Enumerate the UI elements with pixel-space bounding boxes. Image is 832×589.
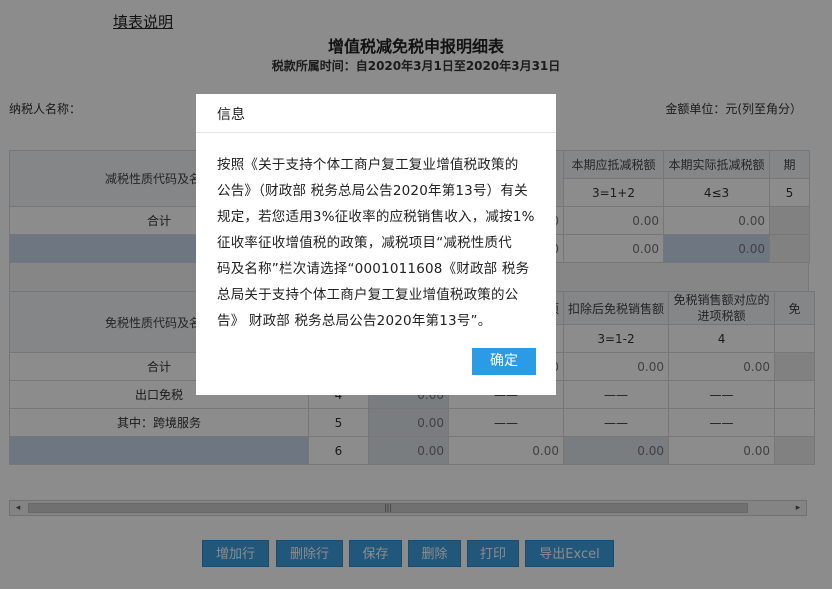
dialog-message-line: 征收率征收增值税的政策，减税项目“减税性质代 bbox=[217, 235, 512, 251]
dialog-message-line: 公告》（财政部 税务总局公告2020年第13号）有关 bbox=[217, 183, 528, 199]
info-dialog: 信息 按照《关于支持个体工商户复工复业增值税政策的 公告》（财政部 税务总局公告… bbox=[196, 94, 556, 395]
dialog-message: 按照《关于支持个体工商户复工复业增值税政策的 公告》（财政部 税务总局公告202… bbox=[217, 152, 539, 334]
dialog-message-line: 告》 财政部 税务总局公告2020年第13号”。 bbox=[217, 313, 492, 329]
dialog-title: 信息 bbox=[217, 107, 245, 123]
dialog-message-line: 总局关于支持个体工商户复工复业增值税政策的公 bbox=[217, 287, 519, 303]
dialog-message-line: 码及名称”栏次请选择“0001011608《财政部 税务 bbox=[217, 261, 530, 277]
dialog-message-line: 按照《关于支持个体工商户复工复业增值税政策的 bbox=[217, 157, 519, 173]
confirm-button[interactable]: 确定 bbox=[472, 348, 536, 375]
dialog-message-line: 规定，若您适用3%征收率的应税销售收入，减按1% bbox=[217, 209, 535, 225]
dialog-divider bbox=[196, 132, 556, 133]
